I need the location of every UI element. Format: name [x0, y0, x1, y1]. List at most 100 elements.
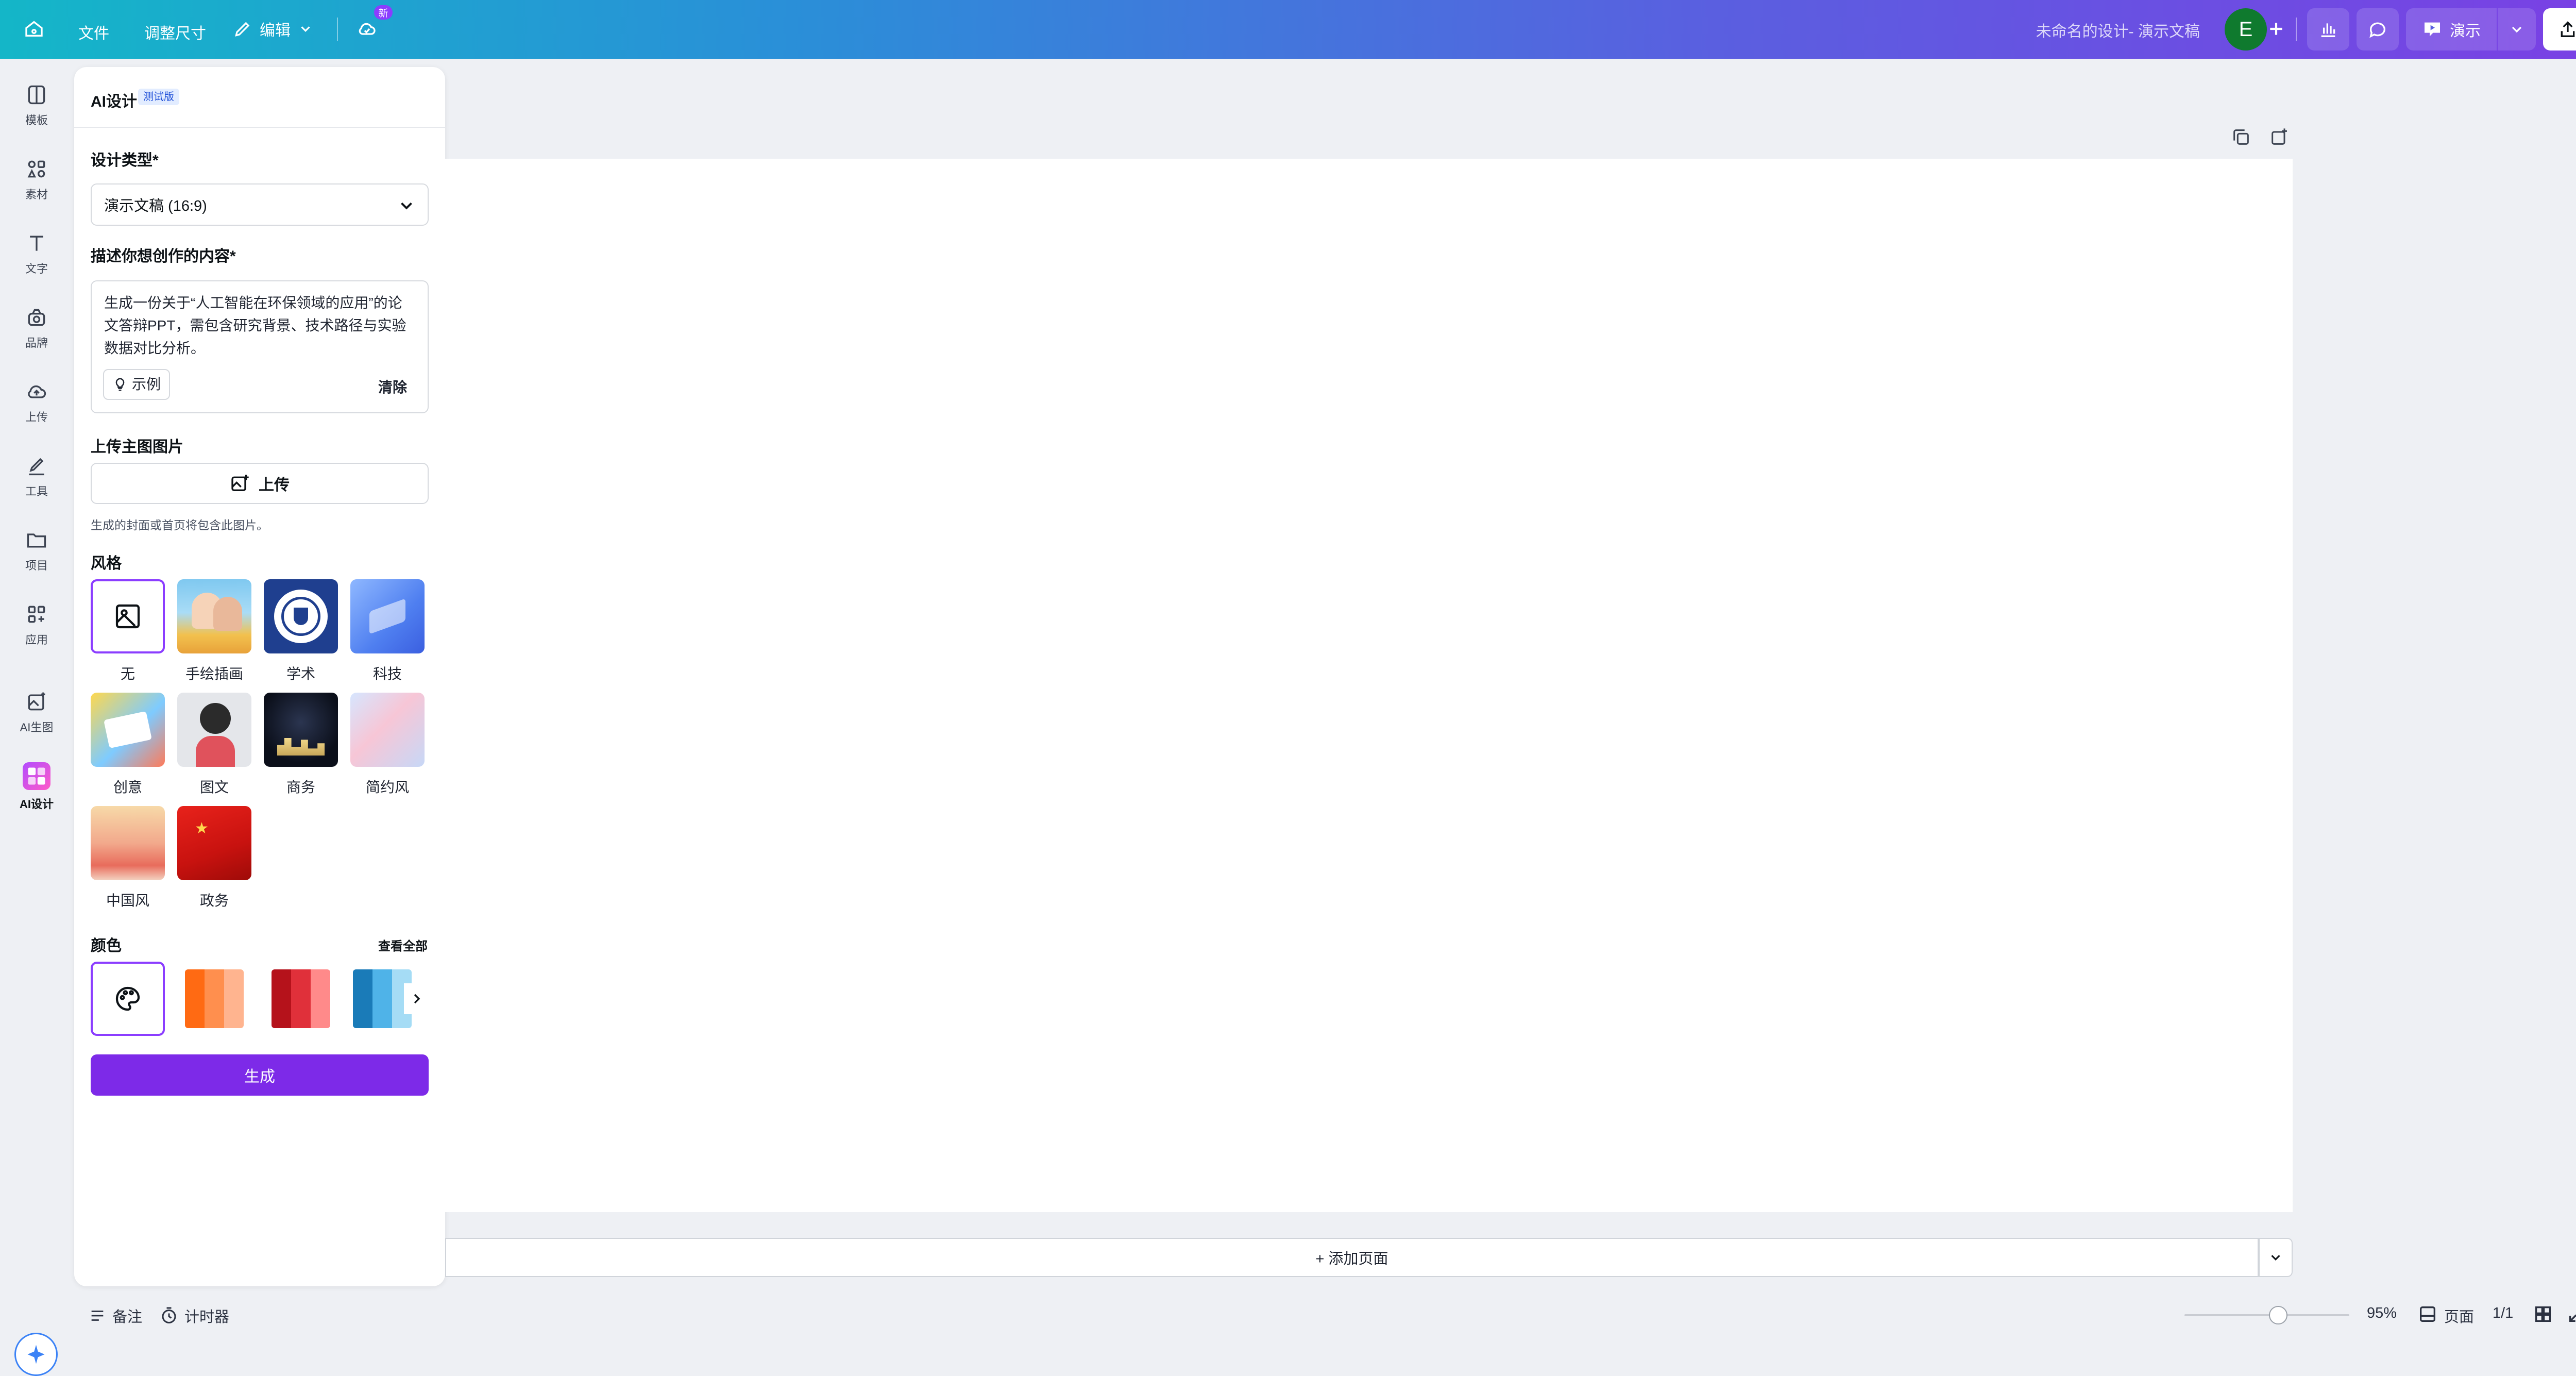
- colors-next-button[interactable]: [404, 983, 430, 1014]
- export-button[interactable]: 导出: [2543, 8, 2576, 51]
- style-option-image-text[interactable]: 图文: [177, 693, 251, 797]
- device-shape: [369, 598, 405, 634]
- style-option-creative[interactable]: 创意: [91, 693, 165, 797]
- palette-icon: [115, 986, 140, 1011]
- insights-button[interactable]: [2307, 8, 2349, 51]
- example-button[interactable]: 示例: [103, 369, 171, 400]
- chevron-down-icon: [401, 202, 412, 210]
- example-label: 示例: [132, 376, 161, 392]
- present-icon: [2425, 22, 2440, 37]
- rail-label: 素材: [25, 188, 48, 201]
- comment-icon: [2369, 22, 2385, 38]
- rail-label: 项目: [25, 559, 48, 572]
- comments-button[interactable]: [2357, 8, 2399, 51]
- elements-icon: [27, 160, 45, 178]
- rail-item-tools[interactable]: 工具: [3, 443, 70, 510]
- resize-button[interactable]: 调整尺寸: [144, 21, 206, 43]
- style-option-none[interactable]: 无: [91, 579, 165, 683]
- rail-label: 模板: [25, 114, 48, 127]
- present-label: 演示: [2450, 23, 2481, 40]
- rail-item-ai-design[interactable]: AI设计: [3, 753, 70, 820]
- upload-image-button[interactable]: 上传: [91, 463, 429, 504]
- style-option-tech[interactable]: 科技: [350, 579, 425, 683]
- rail-label: 文字: [25, 262, 48, 275]
- color-label: 颜色: [91, 937, 122, 954]
- present-options-button[interactable]: [2498, 8, 2536, 51]
- notes-icon: [91, 1311, 104, 1321]
- rail-item-uploads[interactable]: 上传: [3, 369, 70, 436]
- magic-assistant-button[interactable]: [14, 1333, 58, 1376]
- zoom-percent[interactable]: 95%: [2367, 1305, 2397, 1322]
- top-bar: 文件 调整尺寸 编辑 新 未命名的设计- 演示文稿 E 演示 导出: [0, 0, 2576, 59]
- prompt-text: 生成一份关于“人工智能在环保领域的应用”的论文答辩PPT，需包含研究背景、技术路…: [104, 295, 406, 356]
- skyline-shape: [277, 738, 325, 756]
- timer-button[interactable]: 计时器: [160, 1305, 229, 1327]
- sparkle-icon: [27, 1345, 45, 1364]
- panel-title: AI设计: [91, 93, 137, 110]
- style-name: 科技: [372, 666, 402, 682]
- rail-item-apps[interactable]: 应用: [3, 592, 70, 659]
- rail-item-text[interactable]: 文字: [3, 221, 70, 288]
- seal-core: [294, 608, 308, 625]
- slide-canvas[interactable]: [445, 159, 2293, 1212]
- style-thumb: [350, 579, 425, 653]
- rail-item-projects[interactable]: 项目: [3, 517, 70, 584]
- style-thumb: [91, 579, 165, 653]
- style-option-business[interactable]: 商务: [264, 693, 338, 797]
- view-all-colors-link[interactable]: 查看全部: [378, 936, 428, 954]
- style-option-academic[interactable]: 学术: [264, 579, 338, 683]
- color-option-orange[interactable]: [177, 962, 251, 1036]
- add-page-options-button[interactable]: [2259, 1238, 2293, 1277]
- brand-icon: [28, 309, 45, 326]
- rail-item-brand[interactable]: 品牌: [3, 295, 70, 362]
- generate-button[interactable]: 生成: [91, 1054, 429, 1096]
- swatch-color: [291, 969, 311, 1028]
- color-option-red[interactable]: [264, 962, 338, 1036]
- clear-button[interactable]: 清除: [378, 376, 407, 399]
- cloud-save-icon[interactable]: [357, 19, 377, 39]
- color-option-default[interactable]: [91, 962, 165, 1036]
- rail-item-elements[interactable]: 素材: [3, 146, 70, 213]
- avatar[interactable]: E: [2225, 8, 2267, 51]
- rail-label: 上传: [25, 411, 48, 424]
- divider: [337, 18, 338, 41]
- grid-view-icon[interactable]: [2533, 1304, 2553, 1324]
- rail-label: AI设计: [19, 798, 54, 811]
- style-option-illustration[interactable]: 手绘插画: [177, 579, 251, 683]
- pages-icon[interactable]: [2417, 1304, 2438, 1324]
- bar-chart-icon: [2321, 23, 2335, 37]
- swatch-color: [205, 969, 224, 1028]
- style-name: 简约风: [365, 779, 409, 795]
- style-option-chinese[interactable]: 中国风: [91, 806, 165, 910]
- timer-icon: [162, 1307, 176, 1323]
- edit-mode-button[interactable]: 编辑: [233, 18, 313, 40]
- panel-header: AI设计 测试版: [74, 67, 445, 128]
- rail-item-templates[interactable]: 模板: [3, 72, 70, 139]
- add-collaborator-icon[interactable]: [2266, 19, 2286, 39]
- style-thumb: [177, 579, 251, 653]
- style-option-government[interactable]: ★ 政务: [177, 806, 251, 910]
- home-icon[interactable]: [24, 19, 44, 39]
- share-upload-icon: [2561, 21, 2575, 37]
- design-type-select[interactable]: 演示文稿 (16:9): [91, 183, 429, 226]
- pencil-icon: [235, 22, 250, 37]
- rail-label: 工具: [25, 485, 48, 498]
- card-shape: [104, 711, 152, 749]
- add-page-button[interactable]: + 添加页面: [445, 1238, 2259, 1277]
- document-title[interactable]: 未命名的设计- 演示文稿: [2036, 19, 2200, 41]
- notes-button[interactable]: 备注: [89, 1305, 142, 1327]
- present-button[interactable]: 演示: [2406, 8, 2497, 51]
- pages-label[interactable]: 页面: [2444, 1305, 2474, 1327]
- fullscreen-icon[interactable]: [2567, 1304, 2576, 1324]
- prompt-textarea[interactable]: 生成一份关于“人工智能在环保领域的应用”的论文答辩PPT，需包含研究背景、技术路…: [91, 280, 429, 413]
- style-option-minimal[interactable]: 简约风: [350, 693, 425, 797]
- zoom-slider-handle[interactable]: [2269, 1306, 2288, 1324]
- design-type-label: 设计类型*: [91, 152, 159, 169]
- zoom-slider[interactable]: [2184, 1306, 2349, 1324]
- rail-item-ai-image[interactable]: AI生图: [3, 679, 70, 746]
- describe-label: 描述你想创作的内容*: [91, 248, 236, 265]
- add-page-icon[interactable]: [2269, 127, 2290, 147]
- duplicate-page-icon[interactable]: [2231, 127, 2251, 147]
- file-menu[interactable]: 文件: [78, 21, 109, 43]
- swatch-color: [311, 969, 330, 1028]
